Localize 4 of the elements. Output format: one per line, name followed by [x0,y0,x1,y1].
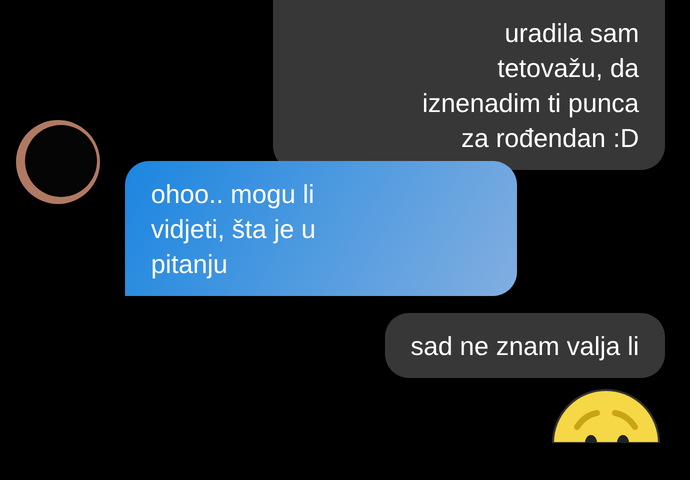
avatar-icon [15,119,101,205]
message-bubble: sad ne znam valja li [384,313,665,378]
message-bubble: uradila sam tetovažu, da iznenadim ti punca za rođendan :D [273,0,665,170]
message-bubble: ohoo.. mogu li vidjeti, šta je u pitanju [125,161,517,296]
